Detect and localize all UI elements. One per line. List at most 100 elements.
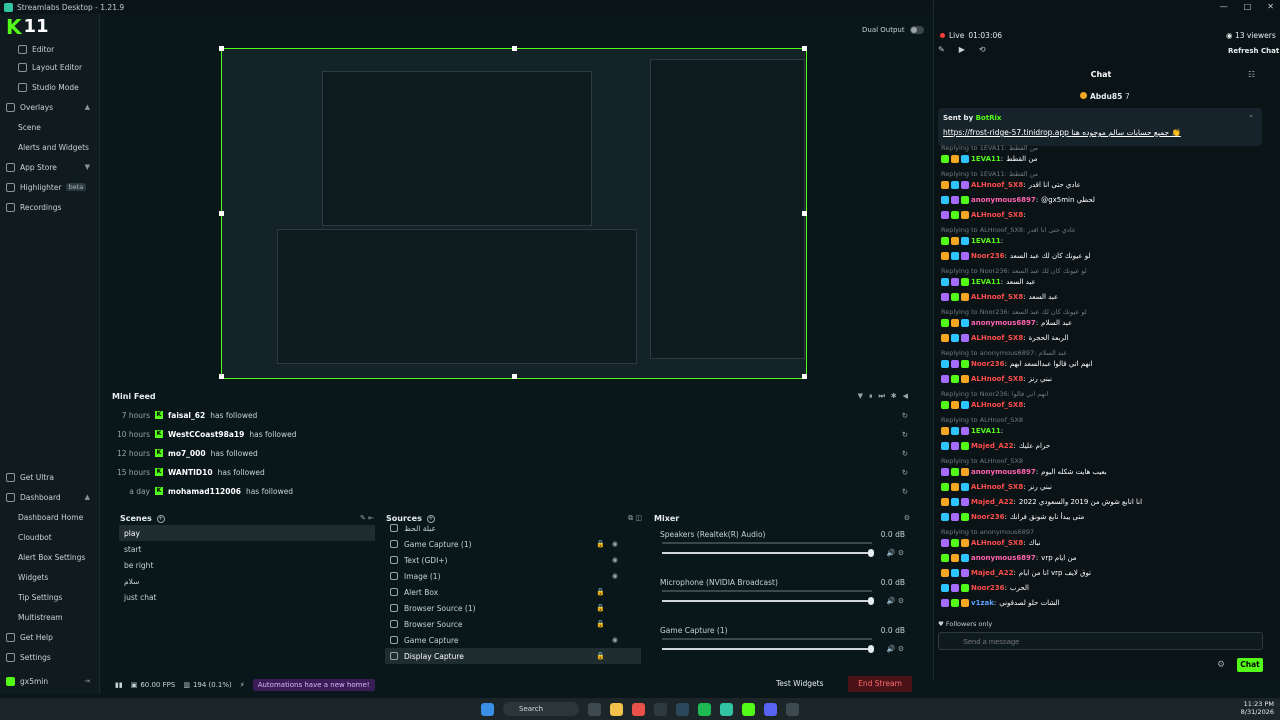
chat-username[interactable]: ALHnoof_SX8 [971, 334, 1023, 342]
sidebar-item-layout-editor[interactable]: Layout Editor [0, 58, 100, 76]
eye-icon[interactable]: ◉ [612, 636, 618, 644]
chat-username[interactable]: 1EVA11 [971, 237, 1001, 245]
kick-icon[interactable] [742, 702, 755, 716]
chat-username[interactable]: ALHnoof_SX8 [971, 211, 1023, 219]
chat-username[interactable]: 1EVA11 [971, 427, 1001, 435]
chat-username[interactable]: Noor236 [971, 252, 1005, 260]
volume-slider-knob[interactable] [868, 645, 874, 653]
sidebar-item-get-help[interactable]: Get Help [0, 628, 100, 646]
chat-username[interactable]: anonymous6897 [971, 319, 1036, 327]
source-item[interactable]: Image (1) ◉ [385, 568, 641, 584]
chat-username[interactable]: ALHnoof_SX8 [971, 539, 1023, 547]
chat-username[interactable]: Noor236 [971, 584, 1005, 592]
scene-item[interactable]: just chat [119, 589, 375, 605]
chat-username[interactable]: anonymous6897 [971, 196, 1036, 204]
send-chat-button[interactable]: Chat [1237, 658, 1263, 672]
add-scene-icon[interactable]: + [156, 514, 165, 523]
sidebar-item-account[interactable]: gx5min ⇥ [0, 672, 100, 690]
chat-username[interactable]: ALHnoof_SX8 [971, 181, 1023, 189]
test-widgets-button[interactable]: Test Widgets [776, 679, 823, 688]
discord-icon[interactable] [764, 702, 777, 716]
lock-icon[interactable]: 🔒 [596, 620, 605, 628]
chat-username[interactable]: ALHnoof_SX8 [971, 401, 1023, 409]
spotify-icon[interactable] [698, 702, 711, 716]
resize-handle[interactable] [802, 211, 807, 216]
chat-username[interactable]: ALHnoof_SX8 [971, 375, 1023, 383]
windows-start-icon[interactable] [481, 702, 494, 716]
chat-username[interactable]: Noor236 [971, 513, 1005, 521]
source-item[interactable]: Display Capture 🔒 [385, 648, 641, 664]
sidebar-item-overlays[interactable]: Overlays ▲ [0, 98, 100, 116]
source-item[interactable]: Browser Source 🔒 [385, 616, 641, 632]
sidebar-item-widgets[interactable]: Widgets [0, 568, 100, 586]
resize-handle[interactable] [219, 211, 224, 216]
mute-settings-icon[interactable]: 🔊 ⚙ [887, 549, 904, 557]
gear-icon[interactable]: ⚙ [1217, 660, 1225, 670]
eye-icon[interactable]: ◉ [612, 572, 618, 580]
automations-notice[interactable]: Automations have a new home! [252, 679, 375, 691]
chat-username[interactable]: Noor236 [971, 360, 1005, 368]
chat-username[interactable]: ALHnoof_SX8 [971, 293, 1023, 301]
chat-username[interactable]: Majed_A22 [971, 569, 1014, 577]
stream-preview[interactable] [219, 46, 807, 379]
chat-tools-icon[interactable]: ✎▶⟲ [938, 45, 1000, 54]
minimize-icon[interactable]: — [1220, 2, 1228, 11]
feed-controls-icon[interactable]: ▼⏸⏭✱◀ [858, 392, 914, 401]
toggle-switch[interactable] [909, 26, 924, 34]
scene-item[interactable]: play [119, 525, 375, 541]
sidebar-item-get-ultra[interactable]: Get Ultra [0, 468, 100, 486]
end-stream-button[interactable]: End Stream [848, 676, 912, 692]
chat-input[interactable] [938, 632, 1263, 650]
mute-settings-icon[interactable]: 🔊 ⚙ [887, 597, 904, 605]
pinned-message-body[interactable]: https://frost-ridge-57.tinidrop.app جميع… [943, 128, 1181, 137]
resize-handle[interactable] [219, 46, 224, 51]
chat-username[interactable]: Majed_A22 [971, 442, 1014, 450]
sidebar-item-alerts-widgets[interactable]: Alerts and Widgets [0, 138, 100, 156]
sidebar-item-dashboard[interactable]: Dashboard ▲ [0, 488, 100, 506]
chat-users-icon[interactable]: ☷ [1248, 70, 1255, 79]
lock-icon[interactable]: 🔒 [596, 604, 605, 612]
chat-username[interactable]: 1EVA11 [971, 278, 1001, 286]
scene-item[interactable]: start [119, 541, 375, 557]
performance-icon[interactable]: ▮▮ [115, 681, 123, 689]
source-item[interactable]: Game Capture (1) 🔒 ◉ [385, 536, 641, 552]
chat-username[interactable]: anonymous6897 [971, 468, 1036, 476]
volume-slider[interactable] [662, 600, 872, 602]
steam-icon[interactable] [676, 702, 689, 716]
source-item[interactable]: عبلة الحظ [385, 520, 641, 536]
volume-slider-knob[interactable] [868, 597, 874, 605]
sidebar-item-tip-settings[interactable]: Tip Settings [0, 588, 100, 606]
sidebar-item-studio-mode[interactable]: Studio Mode [0, 78, 100, 96]
settings-icon[interactable] [786, 702, 799, 716]
resize-handle[interactable] [802, 374, 807, 379]
system-clock[interactable]: 11:23 PM 8/31/2026 [1241, 700, 1274, 716]
scene-tools-icon[interactable]: ✎ ⇤ [360, 514, 374, 522]
sidebar-item-highlighter[interactable]: Highlighter beta [0, 178, 100, 196]
mute-settings-icon[interactable]: 🔊 ⚙ [887, 645, 904, 653]
replay-icon[interactable]: ↻ [902, 468, 908, 477]
eye-icon[interactable]: ◉ [612, 540, 618, 548]
scene-item[interactable]: be right [119, 557, 375, 573]
sidebar-item-alert-box-settings[interactable]: Alert Box Settings [0, 548, 100, 566]
replay-icon[interactable]: ↻ [902, 487, 908, 496]
maximize-icon[interactable]: □ [1244, 2, 1252, 11]
source-item[interactable]: Alert Box 🔒 [385, 584, 641, 600]
source-item[interactable]: Game Capture ◉ [385, 632, 641, 648]
file-explorer-icon[interactable] [610, 702, 623, 716]
sidebar-item-dashboard-home[interactable]: Dashboard Home [0, 508, 100, 526]
chat-username[interactable]: v1zak [971, 599, 994, 607]
lock-icon[interactable]: 🔒 [596, 540, 605, 548]
sidebar-item-multistream[interactable]: Multistream [0, 608, 100, 626]
sidebar-item-editor[interactable]: Editor [0, 40, 100, 58]
volume-slider[interactable] [662, 552, 872, 554]
resize-handle[interactable] [802, 46, 807, 51]
lock-icon[interactable]: 🔒 [596, 588, 605, 596]
lock-icon[interactable]: 🔒 [596, 652, 605, 660]
scene-item[interactable]: سلام [119, 573, 375, 589]
resize-handle[interactable] [219, 374, 224, 379]
sidebar-item-scene[interactable]: Scene [0, 118, 100, 136]
source-item[interactable]: Text (GDI+) ◉ [385, 552, 641, 568]
pinned-link[interactable]: https://frost-ridge-57.tinidrop.app [943, 128, 1069, 137]
volume-slider-knob[interactable] [868, 549, 874, 557]
replay-icon[interactable]: ↻ [902, 430, 908, 439]
